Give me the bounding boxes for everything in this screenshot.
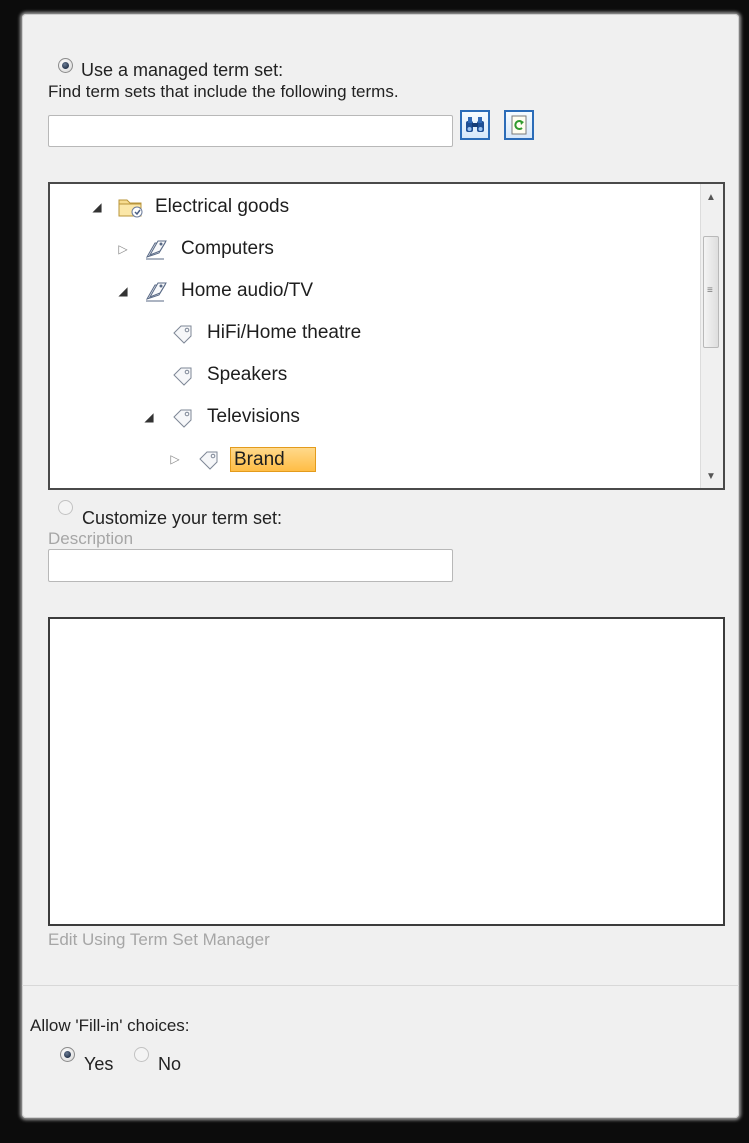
term-tag-icon [168,319,198,347]
term-set-icon [142,235,172,263]
term-tag-icon [194,445,224,473]
scroll-down-arrow-icon[interactable]: ▼ [706,471,716,482]
section-divider [22,985,739,986]
tree-node-televisions[interactable]: ◢ Televisions [142,402,303,432]
term-tag-icon [168,361,198,389]
binoculars-icon [466,117,484,132]
tree-node-brand[interactable]: ▷ Brand [168,444,316,474]
customize-term-set-label: Customize your term set: [82,508,283,528]
tree-node-home-audio-tv[interactable]: ◢ Home audio/TV [116,276,316,306]
customize-term-set-radio[interactable] [58,500,73,515]
tree-node-label-selected: Brand [230,446,316,472]
term-tag-icon [168,403,198,431]
managed-term-set-radio[interactable] [58,58,73,73]
tree-node-label: Speakers [207,364,288,385]
tree-node-hifi-home-theatre[interactable]: HiFi/Home theatre [168,318,364,348]
fill-in-no-label: No [158,1054,182,1074]
scroll-up-arrow-icon[interactable]: ▲ [706,192,716,203]
fill-in-yes-radio[interactable] [60,1047,75,1062]
tree-node-label: Home audio/TV [181,280,314,301]
tree-node-label: Electrical goods [155,196,290,217]
fill-in-yes-label: Yes [84,1054,114,1074]
refresh-icon [511,115,527,135]
description-label: Description [48,529,134,548]
fill-in-choices-label: Allow 'Fill-in' choices: [30,1016,190,1035]
expanded-arrow-icon[interactable]: ◢ [90,200,104,214]
tree-scrollbar[interactable]: ▲ ≡ ▼ [700,184,723,488]
tree-node-label: HiFi/Home theatre [207,322,362,343]
tree-node-electrical-goods[interactable]: ◢ Electrical goods [90,192,292,222]
expanded-arrow-icon[interactable]: ◢ [116,284,130,298]
tree-node-label: Televisions [207,406,300,427]
tree-node-computers[interactable]: ▷ Computers [116,234,277,264]
collapsed-arrow-icon[interactable]: ▷ [168,452,182,466]
find-button[interactable] [460,110,490,140]
refresh-button[interactable] [504,110,534,140]
custom-term-set-editor[interactable] [48,617,725,926]
term-set-icon [142,277,172,305]
expanded-arrow-icon[interactable]: ◢ [142,410,156,424]
description-input[interactable] [48,549,453,582]
term-set-settings-panel: Use a managed term set: Find term sets t… [22,14,739,1118]
term-group-folder-icon [116,193,146,221]
find-terms-label: Find term sets that include the followin… [48,82,399,101]
collapsed-arrow-icon[interactable]: ▷ [116,242,130,256]
fill-in-no-radio[interactable] [134,1047,149,1062]
tree-node-speakers[interactable]: Speakers [168,360,290,390]
scrollbar-thumb[interactable]: ≡ [703,236,719,348]
grip-icon: ≡ [707,285,713,296]
term-search-input[interactable] [48,115,453,147]
edit-term-set-manager-link[interactable]: Edit Using Term Set Manager [48,930,270,950]
managed-term-set-label: Use a managed term set: [81,60,284,80]
tree-node-label: Computers [181,238,274,259]
term-set-tree[interactable]: ◢ Electrical goods ▷ Computers ◢ Home au… [48,182,725,490]
